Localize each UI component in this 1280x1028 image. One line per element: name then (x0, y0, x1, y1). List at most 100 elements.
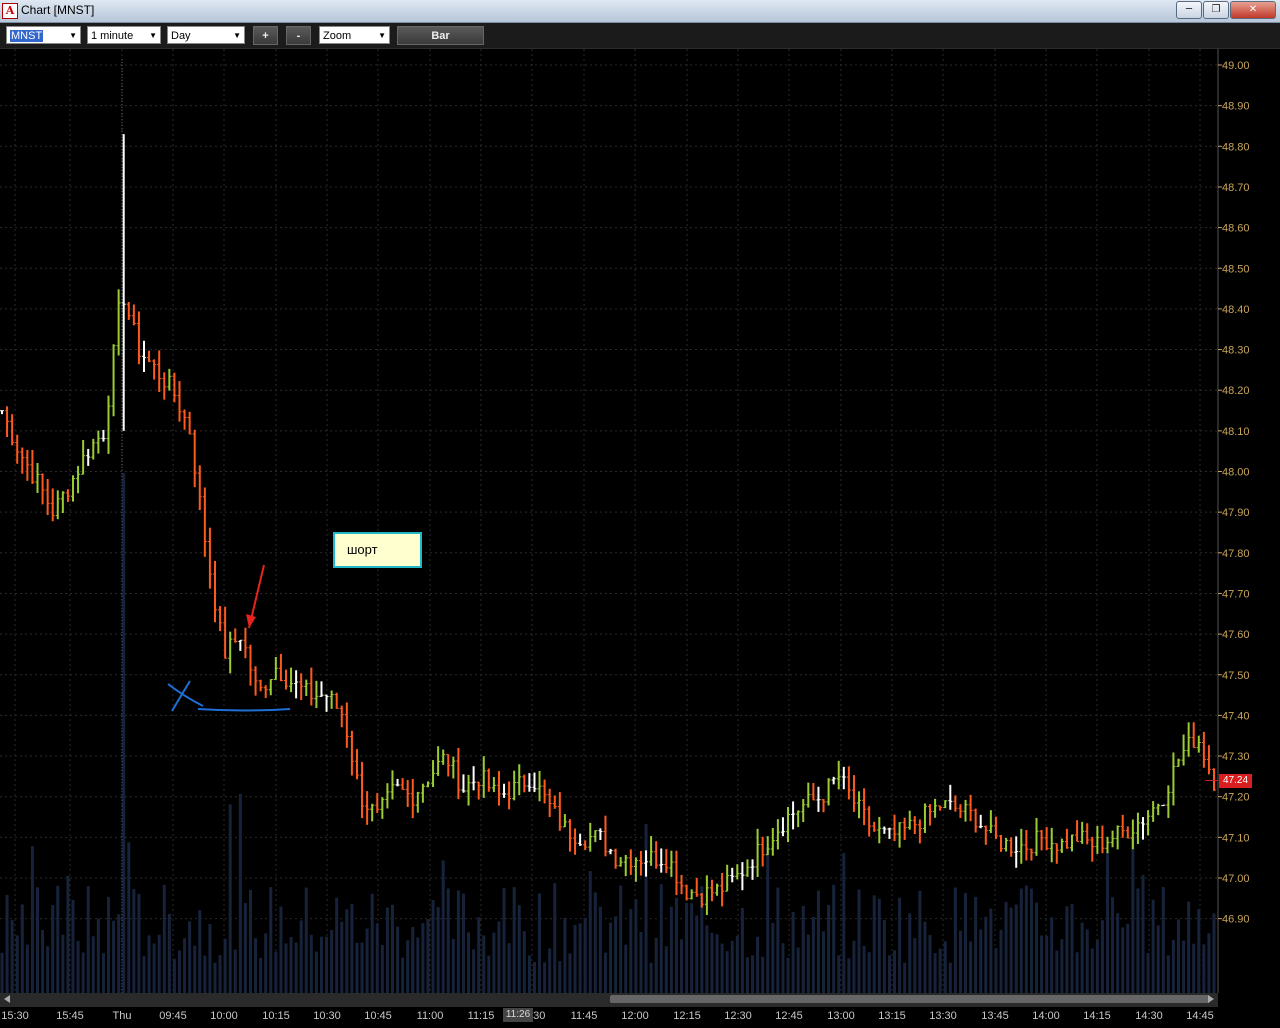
maximize-button[interactable]: ❐ (1203, 1, 1229, 19)
ohlc-bar (172, 372, 177, 403)
price-tick-label: 47.60 (1222, 629, 1250, 641)
ohlc-bar (557, 792, 562, 831)
ohlc-bar (507, 781, 512, 810)
volume-bar (1171, 939, 1175, 993)
ohlc-bar (1085, 823, 1090, 845)
ohlc-bar (760, 836, 765, 867)
ohlc-bar (816, 786, 821, 812)
price-tick-label: 48.10 (1222, 426, 1250, 438)
volume-bar (472, 949, 476, 993)
time-tick-label: 11:45 (571, 1010, 598, 1022)
zoom-mode-select[interactable]: Zoom ▼ (319, 26, 390, 44)
ohlc-bar (1009, 837, 1014, 857)
time-tick-label: 14:30 (1135, 1010, 1163, 1022)
ohlc-bar (461, 774, 466, 793)
ohlc-bar (1125, 826, 1130, 839)
volume-bar (390, 904, 394, 993)
ohlc-bar (152, 359, 157, 380)
ohlc-bar (1049, 827, 1054, 863)
ohlc-bar (202, 487, 207, 557)
time-tick-label: 09:45 (159, 1010, 187, 1022)
ohlc-bar (922, 803, 927, 834)
time-tick-label: 10:15 (262, 1010, 290, 1022)
price-tick-label: 47.00 (1222, 873, 1250, 885)
ohlc-bar (420, 783, 425, 803)
ohlc-bar (796, 810, 801, 828)
ohlc-bar (943, 800, 948, 809)
minimize-button[interactable]: ─ (1176, 1, 1202, 19)
volume-bar (1121, 927, 1125, 993)
volume-bar (1100, 920, 1104, 993)
ohlc-bar (512, 770, 517, 801)
ohlc-bar (1064, 828, 1069, 849)
chart-canvas[interactable]: 49.00 48.90 48.80 48.70 48.60 48.50 48.40 48.30… (0, 49, 1280, 1024)
zoom-out-button[interactable]: - (286, 26, 311, 45)
close-button[interactable]: ✕ (1230, 1, 1276, 19)
pen-stroke-support-line[interactable] (197, 708, 291, 712)
ohlc-bar (933, 798, 938, 818)
volume-bar (436, 906, 440, 993)
volume-bar (786, 957, 790, 993)
volume-bar (893, 950, 897, 993)
volume-bar (964, 893, 968, 993)
volume-bar (532, 961, 536, 993)
range-select[interactable]: Day ▼ (167, 26, 245, 44)
ohlc-bar (552, 795, 557, 809)
bar-type-button[interactable]: Bar (397, 26, 484, 45)
time-tick-label: 12:00 (621, 1010, 649, 1022)
ohlc-bar (157, 350, 162, 392)
volume-bar (325, 936, 329, 993)
ohlc-bar (902, 817, 907, 840)
volume-bar (198, 910, 202, 993)
volume-bar (903, 962, 907, 993)
ohlc-bar (228, 631, 233, 674)
volume-bar (183, 938, 187, 993)
time-tick-label: 12:15 (673, 1010, 701, 1022)
ohlc-bar (1100, 825, 1105, 854)
price-chart[interactable]: 49.00 48.90 48.80 48.70 48.60 48.50 48.40 48.30… (0, 49, 1280, 1024)
ohlc-bar (258, 679, 263, 692)
volume-bar (740, 908, 744, 993)
volume-bar (1009, 907, 1013, 993)
ohlc-bar (35, 462, 40, 493)
volume-bar (568, 953, 572, 993)
symbol-select[interactable]: MNST ▼ (6, 26, 81, 44)
volume-bar (487, 955, 491, 993)
volume-bar (101, 953, 105, 993)
ohlc-bar (329, 690, 334, 709)
volume-bar (451, 938, 455, 993)
ohlc-bar (324, 694, 329, 712)
ohlc-bar (60, 491, 65, 514)
volume-bar (147, 935, 151, 993)
volume-bar (685, 902, 689, 993)
volume-bar (25, 944, 29, 993)
pen-stroke-cross[interactable] (171, 680, 191, 712)
volume-bar (776, 887, 780, 993)
volume-bar (482, 935, 486, 993)
ohlc-bar (65, 489, 70, 502)
volume-bar (456, 890, 460, 993)
volume-bar (761, 956, 765, 993)
volume-bar (117, 914, 121, 993)
ohlc-bar (248, 644, 253, 686)
ohlc-bar (141, 340, 146, 372)
time-tick-label: 10:30 (313, 1010, 341, 1022)
ohlc-bar (638, 851, 643, 876)
volume-bar (213, 962, 217, 993)
scrollbar-thumb[interactable] (610, 995, 1210, 1003)
price-axis: 49.00 48.90 48.80 48.70 48.60 48.50 48.40 48.30… (1205, 49, 1250, 993)
interval-select[interactable]: 1 minute ▼ (87, 26, 161, 44)
volume-bar (654, 937, 658, 993)
ohlc-bar (547, 788, 552, 818)
zoom-in-button[interactable]: + (253, 26, 278, 45)
volume-bar (370, 893, 374, 993)
ohlc-bar (375, 793, 380, 813)
volume-bar (680, 939, 684, 993)
ohlc-bar (826, 778, 831, 806)
ohlc-bar (1186, 722, 1191, 757)
volume-bar (619, 885, 623, 993)
volume-bar (238, 793, 242, 993)
volume-bar (705, 925, 709, 993)
annotation-note[interactable]: шорт (333, 532, 422, 568)
volume-bar (1024, 885, 1028, 993)
